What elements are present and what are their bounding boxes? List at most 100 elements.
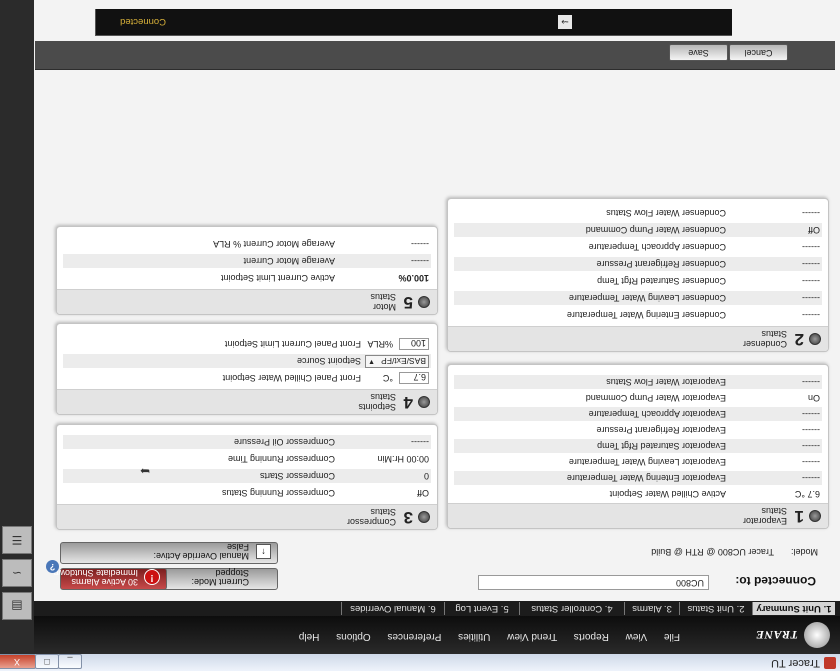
- menu-trend-view[interactable]: Trend View: [507, 631, 557, 642]
- row-label: Average Motor Current % RLA: [213, 239, 335, 249]
- current-limit-setpoint-input[interactable]: 100: [399, 338, 429, 350]
- row-value: 00:00 Hr:Min: [377, 454, 429, 464]
- menu-file[interactable]: File: [664, 631, 680, 642]
- tab-unit-status[interactable]: 2. Unit Status: [679, 602, 752, 615]
- menu-utilities[interactable]: Utilities: [458, 631, 490, 642]
- row-label: Average Motor Current: [243, 256, 335, 266]
- row-value: ------: [802, 310, 820, 320]
- app-window: Tracer TU _ □ X TRANE File View Reports …: [0, 0, 840, 671]
- mouse-cursor-icon: ➥: [139, 464, 150, 478]
- row-unit: %RLA: [367, 339, 393, 349]
- model-value: Tracer UC800 @ RTH @ Build: [651, 547, 774, 557]
- row-value: On: [807, 393, 820, 403]
- setpoints-panel: 4 Setpoints Status 6.7 °C Front Panel Ch…: [56, 323, 438, 415]
- minimize-button[interactable]: _: [58, 654, 82, 669]
- table-row: ------ Evaporator Entering Water Temperat…: [454, 471, 822, 485]
- row-label: Compressor Running Time: [227, 454, 335, 464]
- tab-unit-summary[interactable]: 1. Unit Summary: [752, 602, 835, 615]
- table-row: ------ Compressor Oil Pressure: [63, 435, 431, 449]
- row-label: Compressor Starts: [259, 471, 335, 481]
- panel-bullet-icon[interactable]: [809, 333, 821, 345]
- panel-bullet-icon[interactable]: [809, 510, 821, 522]
- connection-status-text: Connected: [120, 16, 166, 27]
- row-label: Active Current Limit Setpoint: [220, 273, 335, 283]
- menu-help[interactable]: Help: [299, 631, 320, 642]
- menu-view[interactable]: View: [626, 631, 648, 642]
- help-icon[interactable]: ?: [46, 560, 59, 573]
- panel-title: Evaporator Status: [743, 506, 787, 526]
- motor-panel: 5 Motor Status 100.0% Active Current Limi…: [56, 226, 438, 315]
- maximize-button[interactable]: □: [35, 654, 59, 669]
- chilled-water-setpoint-input[interactable]: 6.7: [399, 372, 429, 384]
- tab-alarms[interactable]: 3. Alarms: [624, 602, 679, 615]
- tab-bar: 1. Unit Summary 2. Unit Status 3. Alarms…: [34, 601, 840, 616]
- active-alarms-button[interactable]: ! 30 Active Alarms Immediate Shutdown: [53, 568, 167, 590]
- row-value: ------: [802, 409, 820, 419]
- row-label: Condenser Saturated Rfgt Temp: [597, 276, 726, 286]
- unit-summary-view: Connected to: UC800 Model: Tracer UC800 …: [34, 70, 840, 601]
- menu-preferences[interactable]: Preferences: [387, 631, 441, 642]
- document-tool-icon[interactable]: ▤: [2, 592, 32, 620]
- table-row: ------ Average Motor Current % RLA: [63, 237, 431, 251]
- row-label: Compressor Running Status: [221, 488, 335, 498]
- row-label: Evaporator Water Pump Command: [585, 393, 726, 403]
- table-row: ------ Condenser Saturated Rfgt Temp: [454, 274, 822, 288]
- bottom-area: Cancel Save ⇝ Connected: [34, 0, 840, 70]
- panel-title-line2: Status: [761, 506, 787, 516]
- row-value: Off: [808, 225, 820, 235]
- action-bar: Cancel Save: [35, 41, 835, 70]
- menu-options[interactable]: Options: [336, 631, 370, 642]
- table-row: ------ Condenser Leaving Water Temperatur…: [454, 291, 822, 305]
- row-label: Front Panel Chilled Water Setpoint: [222, 373, 361, 383]
- row-value: ------: [802, 377, 820, 387]
- table-row: 00:00 Hr:Min Compressor Running Time: [63, 452, 431, 466]
- row-label: Condenser Entering Water Temperature: [566, 310, 726, 320]
- row-value: ------: [411, 256, 429, 266]
- table-row: On Evaporator Water Pump Command: [454, 391, 822, 405]
- panel-title: Motor Status: [370, 292, 396, 312]
- tab-manual-overrides[interactable]: 6. Manual Overrides: [341, 602, 444, 615]
- status-bar: ⇝ Connected: [95, 9, 732, 36]
- main-menu: File View Reports Trend View Utilities P…: [285, 631, 680, 642]
- table-row: ------ Average Motor Current: [63, 254, 431, 268]
- panel-bullet-icon[interactable]: [418, 396, 430, 408]
- compressor-panel: 3 Compressor Status Off Compressor Runnin…: [56, 424, 438, 530]
- cancel-button[interactable]: Cancel: [729, 44, 788, 61]
- row-value: ------: [411, 437, 429, 447]
- table-row: Off Compressor Running Status: [63, 486, 431, 500]
- table-row: ------ Condenser Entering Water Temperatu…: [454, 308, 822, 322]
- current-mode-label: Current Mode:: [191, 577, 249, 587]
- connected-to-label: Connected to:: [735, 574, 816, 588]
- connected-to-field[interactable]: UC800: [478, 575, 709, 590]
- logo-circle-icon: [804, 622, 830, 648]
- row-label: Evaporator Approach Temperature: [588, 409, 726, 419]
- table-row: 100 %RLA Front Panel Current Limit Setpo…: [63, 337, 431, 351]
- row-label: Front Panel Current Limit Setpoint: [224, 339, 361, 349]
- manual-override-button[interactable]: ↑ Manual Override Active: False: [60, 542, 278, 564]
- panel-bullet-icon[interactable]: [418, 296, 430, 308]
- row-value: ------: [802, 242, 820, 252]
- motor-panel-header: 5 Motor Status: [57, 289, 437, 314]
- override-up-icon: ↑: [256, 544, 271, 559]
- row-value: 100.0%: [398, 273, 429, 283]
- panel-bullet-icon[interactable]: [418, 511, 430, 523]
- tab-controller-status[interactable]: 4. Controller Status: [519, 602, 624, 615]
- menu-reports[interactable]: Reports: [574, 631, 609, 642]
- save-button[interactable]: Save: [669, 44, 728, 61]
- alarm-detail-text: Immediate Shutdown: [53, 568, 138, 578]
- setpoint-source-select[interactable]: BAS/Ext/FP: [365, 355, 429, 368]
- row-value: ------: [802, 293, 820, 303]
- panel-title-line2: Status: [370, 392, 396, 402]
- close-button[interactable]: X: [0, 654, 36, 669]
- adjust-sliders-icon[interactable]: ☰: [2, 526, 32, 554]
- table-row: 100.0% Active Current Limit Setpoint: [63, 271, 431, 285]
- table-row: ------ Evaporator Leaving Water Temperatu…: [454, 455, 822, 469]
- table-row: ------ Evaporator Water Flow Status: [454, 375, 822, 389]
- row-label: Setpoint Source: [296, 356, 361, 366]
- row-label: Condenser Refrigerant Pressure: [596, 259, 726, 269]
- row-label: Condenser Leaving Water Temperature: [568, 293, 726, 303]
- panel-title-line1: Compressor: [346, 517, 396, 527]
- trend-chart-icon[interactable]: ∽: [2, 559, 32, 587]
- row-value: ------: [802, 259, 820, 269]
- tab-event-log[interactable]: 5. Event Log: [444, 602, 519, 615]
